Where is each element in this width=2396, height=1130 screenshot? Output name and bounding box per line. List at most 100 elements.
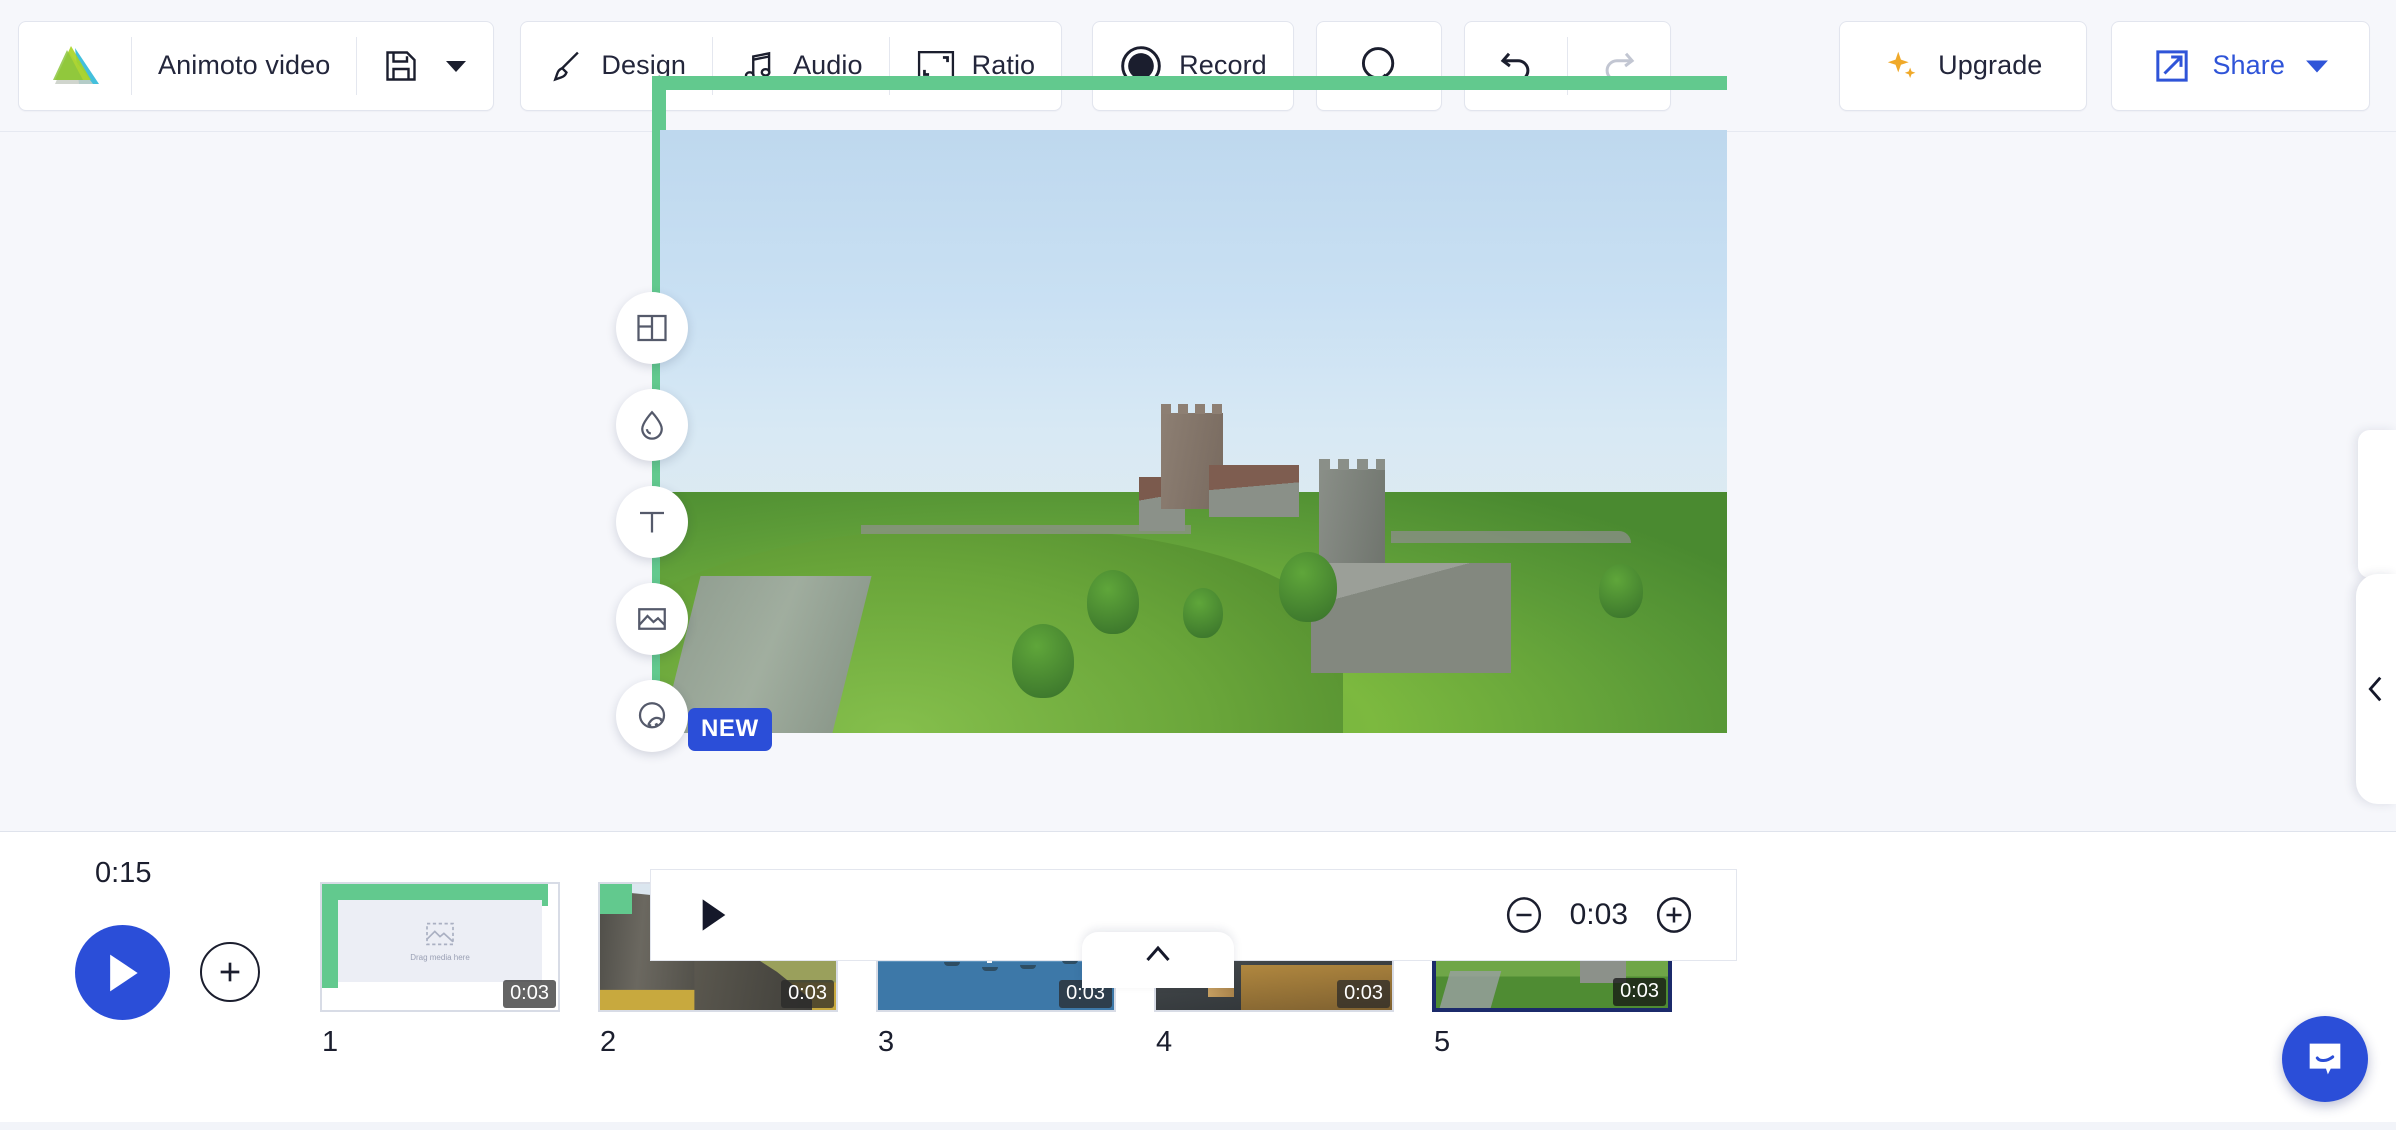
layout-tool-button[interactable] [616, 292, 688, 364]
total-duration: 0:15 [95, 857, 152, 889]
color-tool-button[interactable] [616, 389, 688, 461]
sailboat-hull [944, 962, 961, 967]
text-icon [640, 511, 664, 533]
ratio-button[interactable]: Ratio [890, 22, 1062, 110]
share-external-icon [2156, 49, 2189, 82]
chat-widget-button[interactable] [2282, 1016, 2368, 1102]
scene-number: 2 [600, 1026, 617, 1058]
audio-button[interactable]: Audio [713, 22, 889, 110]
audio-label: Audio [793, 50, 863, 80]
image-icon [638, 608, 666, 630]
text-tool-button[interactable] [616, 486, 688, 558]
castle-wall-right [1391, 531, 1632, 544]
undo-icon [1500, 52, 1530, 82]
search-icon [1361, 46, 1395, 83]
top-toolbar: Animoto video Design Audio Ratio Record … [0, 0, 2396, 131]
plus-circle-icon [1656, 897, 1692, 933]
sparkle-icon [1887, 51, 1916, 78]
scene-thumbnail[interactable]: Drag media here 0:03 [320, 882, 560, 1012]
animoto-logo-icon [53, 45, 99, 84]
chevron-left-icon [2368, 676, 2382, 702]
aspect-ratio-icon [917, 50, 954, 81]
scene-accent-bar [600, 884, 632, 914]
tree [1598, 564, 1643, 619]
upgrade-button[interactable]: Upgrade [1840, 22, 2086, 110]
redo-button[interactable] [1568, 22, 1670, 110]
play-icon [702, 899, 726, 931]
music-note-icon [744, 51, 771, 80]
collapse-panel-handle[interactable] [2356, 574, 2396, 804]
scene-duration-badge: 0:03 [503, 980, 556, 1008]
church-nave [1209, 465, 1300, 518]
scene-item[interactable]: Drag media here 0:03 1 [320, 882, 560, 1059]
scene-duration-badge: 0:03 [781, 980, 834, 1008]
castle-group [861, 404, 1632, 674]
duration-controls: 0:03 [1504, 895, 1694, 935]
sailboat-hull [1019, 964, 1036, 969]
manor-house [1311, 563, 1512, 674]
brush-icon [553, 51, 580, 81]
design-label: Design [601, 50, 687, 80]
layout-icon [637, 314, 667, 342]
record-icon [1121, 45, 1161, 86]
increase-duration-button[interactable] [1654, 895, 1694, 935]
minus-circle-icon [1506, 897, 1541, 933]
animoto-logo[interactable] [19, 44, 131, 88]
add-scene-button[interactable] [200, 942, 260, 1002]
chat-bubble-icon [2309, 1043, 2341, 1075]
preview-play-button[interactable] [699, 898, 729, 932]
road [1440, 971, 1502, 1008]
chevron-down-icon [446, 60, 467, 72]
video-canvas[interactable] [652, 76, 1727, 736]
upgrade-label: Upgrade [1938, 50, 2043, 80]
tree [1182, 588, 1223, 639]
canvas-stage: NEW 0:03 [0, 76, 2396, 988]
color-droplet-icon [641, 410, 663, 440]
undo-button[interactable] [1465, 22, 1567, 110]
timeline-expand-tab[interactable] [1082, 932, 1234, 988]
sailboat-hull [981, 967, 998, 972]
scene-number: 4 [1156, 1026, 1173, 1058]
canvas-preview-image [660, 130, 1727, 733]
scene-number: 3 [878, 1026, 895, 1058]
placeholder-label: Drag media here [410, 952, 470, 962]
record-button[interactable]: Record [1093, 22, 1293, 110]
share-label: Share [2212, 50, 2285, 80]
scene-duration-badge: 0:03 [1337, 980, 1390, 1008]
floppy-disk-icon [386, 50, 417, 81]
share-group: Share [2111, 20, 2370, 111]
project-title-label: Animoto video [158, 50, 331, 80]
redo-icon [1605, 52, 1635, 82]
project-group: Animoto video [18, 20, 495, 111]
media-tool-button[interactable] [616, 583, 688, 655]
scene-duration-value: 0:03 [1569, 898, 1628, 931]
decrease-duration-button[interactable] [1504, 895, 1544, 935]
scene-duration-badge: 0:03 [1613, 978, 1666, 1006]
tool-rail [616, 292, 688, 752]
motion-icon [638, 702, 666, 729]
share-button[interactable]: Share [2112, 22, 2369, 110]
motion-tool-button[interactable] [616, 680, 688, 752]
chevron-down-icon [2306, 60, 2328, 73]
design-button[interactable]: Design [521, 22, 712, 110]
tree [1086, 570, 1139, 635]
animoto-editor: Animoto video Design Audio Ratio Record … [0, 0, 2396, 1130]
timeline-play-button[interactable] [75, 925, 170, 1020]
edit-tools-group: Design Audio Ratio [520, 20, 1063, 111]
scene-number: 5 [1434, 1026, 1451, 1058]
record-label: Record [1179, 50, 1267, 80]
project-title[interactable]: Animoto video [132, 22, 356, 110]
play-icon [109, 954, 138, 991]
tree [1278, 552, 1337, 623]
plus-icon [220, 962, 240, 982]
save-button[interactable] [357, 22, 493, 110]
drag-media-placeholder[interactable]: Drag media here [338, 900, 542, 982]
bottom-strip [0, 1122, 2396, 1130]
new-badge: NEW [688, 708, 772, 751]
tree [1012, 624, 1075, 699]
search-button[interactable] [1317, 22, 1441, 110]
record-group: Record [1092, 20, 1294, 111]
search-group [1315, 20, 1442, 111]
side-panel-edge [2358, 430, 2396, 578]
image-icon [426, 922, 454, 945]
